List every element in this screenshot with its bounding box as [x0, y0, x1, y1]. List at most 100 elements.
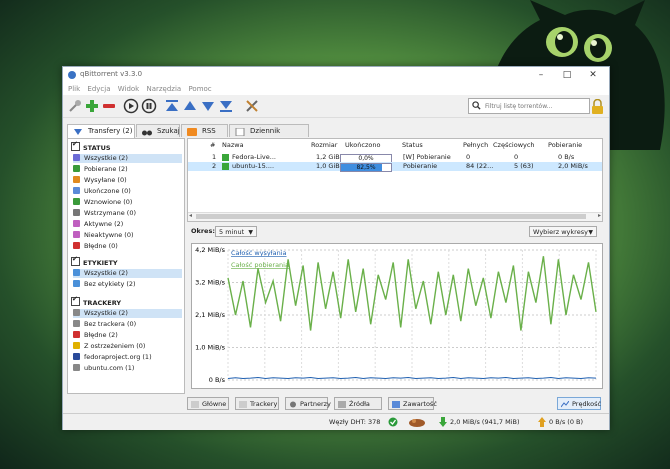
tab-general[interactable]: Główne — [187, 397, 229, 410]
menu-file[interactable]: Plik — [68, 85, 80, 93]
move-down-icon[interactable] — [200, 98, 216, 114]
torrent-size: 1,0 GiB — [316, 162, 340, 170]
sidebar-item-tracker[interactable]: Z ostrzeżeniem (0) — [73, 342, 182, 351]
close-button[interactable]: ✕ — [581, 67, 605, 83]
torrent-seeds: 0 — [466, 153, 471, 161]
sidebar-item-status[interactable]: Wznowione (0) — [73, 198, 182, 207]
y-tick-label: 4,2 MiB/s — [195, 246, 225, 254]
upload-speed: 0 B/s (0 B) — [549, 418, 584, 426]
col-header-size[interactable]: Rozmiar — [311, 141, 337, 149]
trackers-section-title: TRACKERY — [83, 299, 122, 307]
sidebar-item-label[interactable]: Bez etykiety (2) — [73, 280, 182, 289]
sidebar-item-tracker[interactable]: Błędne (2) — [73, 331, 182, 340]
scroll-left-icon[interactable]: ◂ — [189, 212, 192, 219]
select-graphs-label: Wybierz wykresy — [533, 228, 588, 236]
minimize-button[interactable]: – — [529, 67, 553, 83]
lock-icon[interactable] — [591, 99, 604, 114]
legend-entry[interactable]: Całość pobierania — [231, 261, 289, 269]
menu-edit[interactable]: Edycja — [87, 85, 110, 93]
add-link-icon[interactable] — [67, 98, 83, 114]
status-filter-icon — [73, 209, 80, 216]
sidebar-item-label[interactable]: Wszystkie (2) — [73, 269, 182, 278]
checkbox-icon[interactable] — [71, 255, 80, 266]
table-row[interactable]: 2 ubuntu-15.... 1,0 GiB Pobieranie 84 (22...… — [188, 162, 602, 172]
sidebar-item-status[interactable]: Aktywne (2) — [73, 220, 182, 229]
trackers-section-header[interactable]: TRACKERY — [71, 295, 122, 307]
tab-transfers[interactable]: Transfery (2) — [67, 124, 135, 138]
sidebar-item-status[interactable]: Pobierane (2) — [73, 165, 182, 174]
tab-speed[interactable]: Prędkość — [557, 397, 601, 410]
sidebar-item-label: Aktywne (2) — [84, 220, 124, 228]
torrent-table: # Nazwa Rozmiar Ukończono Status Pełnych… — [187, 138, 603, 222]
table-row[interactable]: 1 Fedora-Live... 1,2 GiB [W] Pobieranie 0 0 0 … — [188, 153, 602, 163]
col-header-num[interactable]: # — [210, 141, 215, 149]
move-bottom-icon[interactable] — [218, 98, 234, 114]
sidebar-item-label: Ukończone (0) — [84, 187, 131, 195]
move-up-icon[interactable] — [182, 98, 198, 114]
tab-content[interactable]: Zawartość — [388, 397, 437, 410]
status-filter-icon — [73, 187, 80, 194]
horizontal-scrollbar[interactable]: ◂ ▸ — [188, 212, 602, 221]
col-header-status[interactable]: Status — [402, 141, 423, 149]
sidebar-item-label: Z ostrzeżeniem (0) — [84, 342, 146, 350]
sidebar-item-label: Wstrzymane (0) — [84, 209, 136, 217]
sidebar-item-status[interactable]: Ukończone (0) — [73, 187, 182, 196]
tab-trackers[interactable]: Trackery — [235, 397, 279, 410]
sidebar-item-tracker[interactable]: fedoraproject.org (1) — [73, 353, 182, 362]
sidebar-item-status[interactable]: Wstrzymane (0) — [73, 209, 182, 218]
col-header-progress[interactable]: Ukończono — [345, 141, 380, 149]
col-header-seeds[interactable]: Pełnych — [463, 141, 488, 149]
transfers-icon — [74, 129, 82, 135]
torrent-name: Fedora-Live... — [232, 153, 276, 161]
remove-icon[interactable] — [101, 98, 117, 114]
scroll-right-icon[interactable]: ▸ — [598, 212, 601, 219]
sidebar-item-status[interactable]: Wszystkie (2) — [73, 154, 182, 163]
connection-status-icon[interactable] — [388, 417, 398, 427]
move-top-icon[interactable] — [164, 98, 180, 114]
sidebar-item-label: Nieaktywne (0) — [84, 231, 134, 239]
legend-entry[interactable]: Całość wysyłania — [231, 249, 287, 257]
main-tabs: Transfery (2) Szukaj RSS (1) Dziennik pr… — [63, 124, 323, 148]
pause-icon[interactable] — [141, 98, 157, 114]
select-graphs-dropdown[interactable]: Wybierz wykresy ▼ — [529, 226, 597, 237]
maximize-button[interactable]: □ — [555, 67, 579, 83]
sidebar-item-status[interactable]: Błędne (0) — [73, 242, 182, 251]
torrent-status: Pobieranie — [403, 162, 438, 170]
sidebar-item-label: Pobierane (2) — [84, 165, 128, 173]
upload-series-line — [227, 376, 597, 380]
checkbox-icon[interactable] — [71, 295, 80, 306]
tab-log[interactable]: Dziennik programu — [229, 124, 309, 148]
sidebar-item-tracker[interactable]: Wszystkie (2) — [73, 309, 182, 318]
search-input[interactable] — [483, 100, 587, 112]
tab-rss[interactable]: RSS (1) — [181, 124, 228, 148]
add-torrent-icon[interactable] — [84, 98, 100, 114]
info-icon — [191, 401, 199, 408]
status-section-header[interactable]: STATUS — [71, 140, 111, 152]
menu-tools[interactable]: Narzędzia — [146, 85, 181, 93]
tracker-filter-icon — [73, 309, 80, 316]
sidebar-item-status[interactable]: Wysyłane (0) — [73, 176, 182, 185]
col-header-dl-speed[interactable]: Pobieranie — [548, 141, 582, 149]
tab-peers[interactable]: Partnerzy — [285, 397, 331, 410]
col-header-peers[interactable]: Częściowych — [493, 141, 535, 149]
sidebar-item-label: Bez etykiety (2) — [84, 280, 136, 288]
tab-search[interactable]: Szukaj — [136, 124, 180, 137]
menu-help[interactable]: Pomoc — [188, 85, 211, 93]
options-icon[interactable] — [244, 98, 260, 114]
speed-limit-icon[interactable] — [408, 417, 426, 427]
checkbox-icon[interactable] — [71, 140, 80, 151]
labels-section-header[interactable]: ETYKIETY — [71, 255, 118, 267]
period-select[interactable]: 5 minut ▼ — [215, 226, 257, 237]
search-box[interactable] — [468, 98, 590, 114]
tracker-filter-icon — [73, 353, 80, 360]
sidebar-item-tracker[interactable]: Bez trackera (0) — [73, 320, 182, 329]
resume-icon[interactable] — [123, 98, 139, 114]
torrent-name: ubuntu-15.... — [232, 162, 275, 170]
tab-peers-label: Partnerzy — [300, 400, 331, 408]
tab-http-sources[interactable]: Źródła HTTP — [334, 397, 382, 421]
scrollbar-thumb[interactable] — [196, 214, 586, 219]
sidebar-item-tracker[interactable]: ubuntu.com (1) — [73, 364, 182, 373]
menu-view[interactable]: Widok — [118, 85, 140, 93]
col-header-name[interactable]: Nazwa — [222, 141, 244, 149]
sidebar-item-status[interactable]: Nieaktywne (0) — [73, 231, 182, 240]
